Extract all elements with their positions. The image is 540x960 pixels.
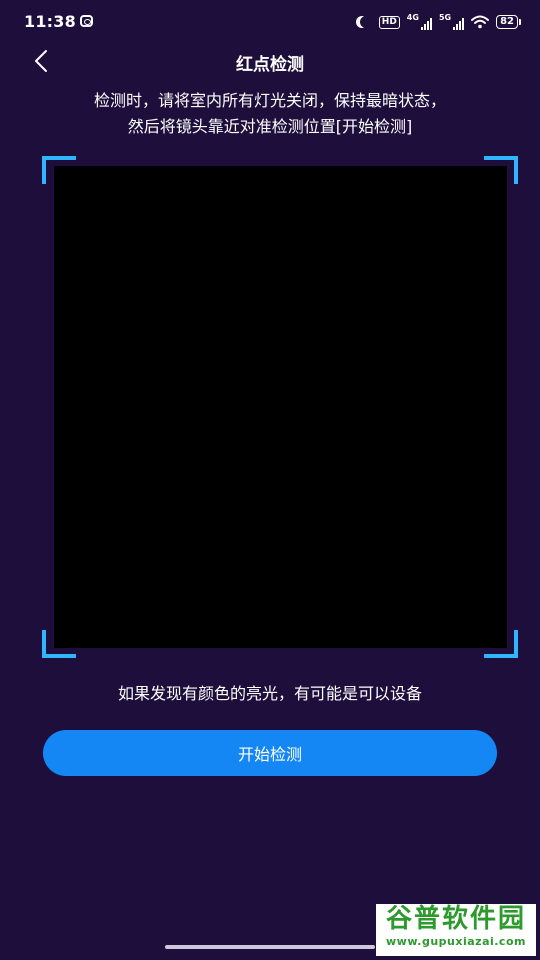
- frame-corner-bottom-right: [484, 630, 518, 658]
- app-notification-icon: [80, 15, 93, 27]
- network-label-1: 4G: [406, 13, 419, 22]
- frame-corner-top-left: [42, 156, 76, 184]
- camera-frame: [42, 156, 518, 658]
- watermark-logo: 谷普软件园 www.gupuxiazai.com: [376, 904, 536, 956]
- hint-text: 如果发现有颜色的亮光，有可能是可以设备: [117, 684, 422, 703]
- status-bar: 11:38 HD 4G 5G 82: [0, 0, 540, 44]
- wifi-icon: [471, 15, 490, 29]
- battery-icon: 82: [496, 15, 521, 29]
- home-indicator[interactable]: [165, 945, 375, 949]
- frame-corner-top-right: [484, 156, 518, 184]
- instructions: 检测时，请将室内所有灯光关闭，保持最暗状态， 然后将镜头靠近对准检测位置[开始检…: [20, 88, 520, 140]
- watermark-title: 谷普软件园: [385, 904, 526, 934]
- page-title: 红点检测: [236, 55, 304, 75]
- signal-icon: 4G: [407, 14, 432, 30]
- hd-badge: HD: [378, 15, 400, 29]
- header: 红点检测: [0, 40, 540, 80]
- signal-icon-2: 5G: [438, 13, 465, 30]
- frame-corner-bottom-left: [42, 630, 76, 658]
- camera-preview: [54, 166, 507, 648]
- screen: 11:38 HD 4G 5G 82 红点检测 检测时，请将室内所有灯光关闭，保持…: [0, 0, 540, 960]
- status-time: 11:38: [24, 12, 76, 31]
- moon-icon: [360, 16, 372, 28]
- status-icons: HD 4G 5G 82: [356, 12, 521, 32]
- start-detection-button[interactable]: 开始检测: [43, 730, 497, 776]
- signal-bars-2: [453, 18, 465, 30]
- instructions-line-1: 检测时，请将室内所有灯光关闭，保持最暗状态，: [93, 91, 446, 110]
- signal-bars-1: [420, 18, 432, 30]
- network-label-2: 5G: [438, 13, 452, 22]
- instructions-line-2: 然后将镜头靠近对准检测位置[开始检测]: [127, 117, 413, 136]
- watermark-url: www.gupuxiazai.com: [386, 935, 526, 948]
